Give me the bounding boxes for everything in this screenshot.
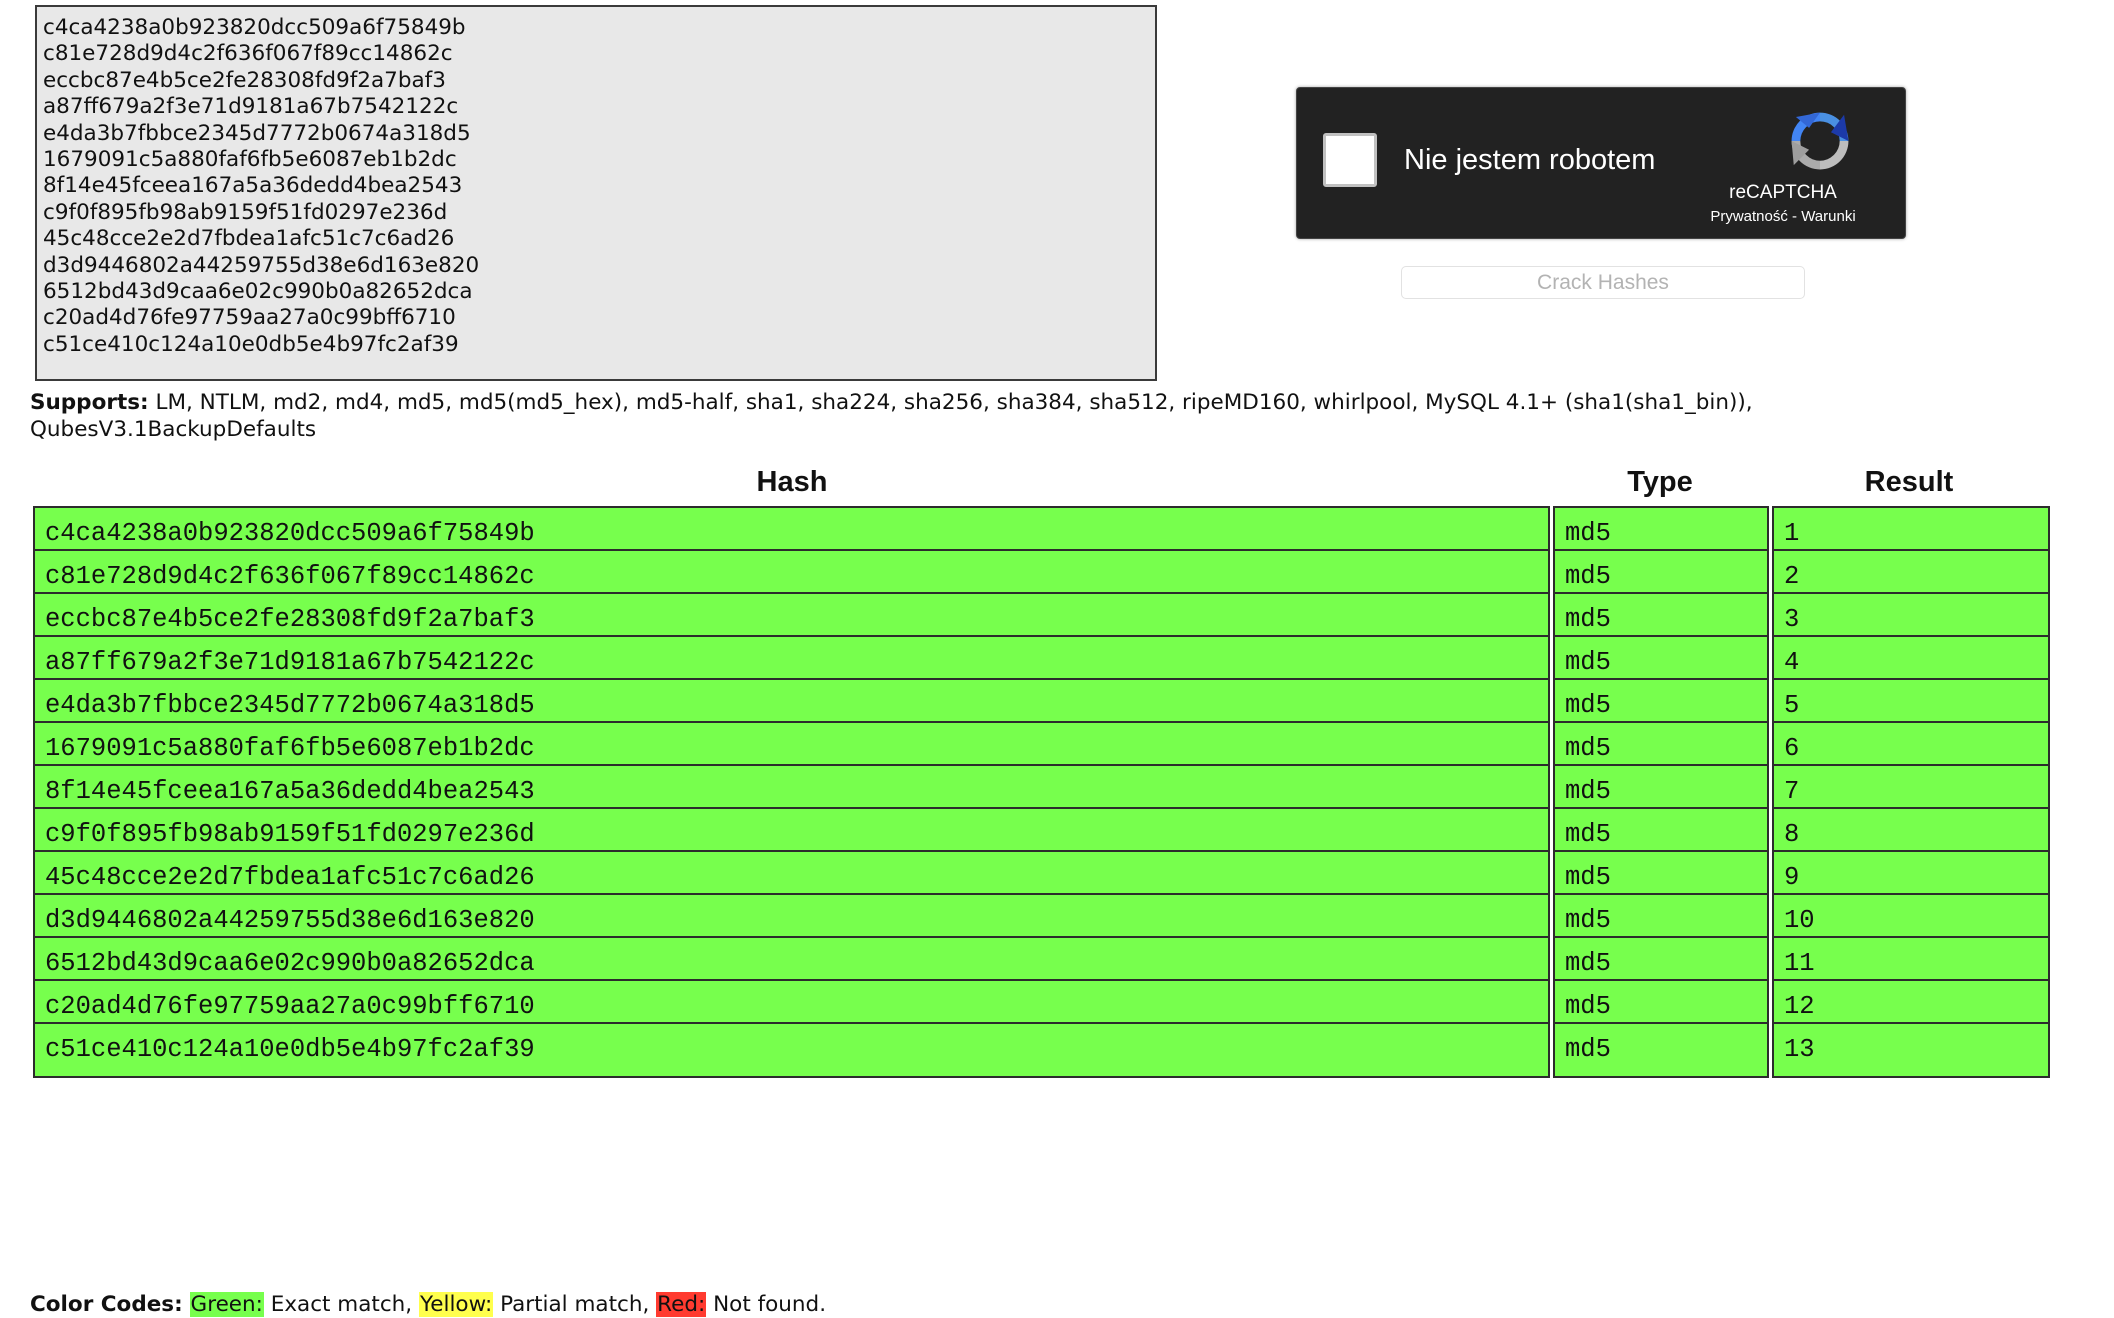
hash-input-textarea[interactable]: c4ca4238a0b923820dcc509a6f75849b c81e728d… — [35, 5, 1157, 381]
hash-input-line: e4da3b7fbbce2345d7772b0674a318d5 — [43, 120, 471, 146]
supports-list: LM, NTLM, md2, md4, md5, md5(md5_hex), m… — [30, 390, 1753, 442]
hash-input-line: eccbc87e4b5ce2fe28308fd9f2a7baf3 — [43, 67, 446, 93]
hash-input-line: c20ad4d76fe97759aa27a0c99bff6710 — [43, 305, 456, 331]
green-swatch: Green: — [189, 1292, 264, 1317]
green-description: Exact match, — [263, 1292, 419, 1317]
red-swatch: Red: — [656, 1292, 707, 1317]
supports-text: Supports: LM, NTLM, md2, md4, md5, md5(m… — [30, 390, 1860, 443]
hash-input-line: c51ce410c124a10e0db5e4b97fc2af39 — [43, 331, 459, 357]
color-codes-legend: Color Codes: Green: Exact match, Yellow:… — [30, 1292, 826, 1318]
red-description: Not found. — [706, 1292, 827, 1317]
hash-input-line: d3d9446802a44259755d38e6d163e820 — [43, 252, 480, 278]
yellow-swatch: Yellow: — [418, 1292, 494, 1317]
recaptcha-widget: Nie jestem robotem reCAPTCHA Prywatność … — [1296, 87, 1906, 239]
hash-cell: c51ce410c124a10e0db5e4b97fc2af39 — [33, 1022, 1550, 1078]
hash-input-line: 1679091c5a880faf6fb5e6087eb1b2dc — [43, 147, 457, 173]
yellow-description: Partial match, — [493, 1292, 657, 1317]
column-header-type: Type — [1627, 466, 1693, 498]
color-codes-heading: Color Codes: — [30, 1292, 183, 1317]
recaptcha-label: Nie jestem robotem — [1404, 144, 1656, 176]
supports-heading: Supports: — [30, 390, 149, 415]
hash-input-line: c4ca4238a0b923820dcc509a6f75849b — [43, 15, 466, 40]
recaptcha-logo-icon — [1785, 106, 1855, 176]
hash-input-line: c9f0f895fb98ab9159f51fd0297e236d — [43, 199, 448, 225]
type-cell: md5 — [1553, 1022, 1769, 1078]
table-row: c51ce410c124a10e0db5e4b97fc2af39 md5 13 — [0, 1022, 2114, 1078]
hash-input-line: a87ff679a2f3e71d9181a67b7542122c — [43, 94, 459, 120]
result-cell: 13 — [1772, 1022, 2050, 1078]
column-header-result: Result — [1864, 466, 1954, 498]
recaptcha-checkbox[interactable] — [1323, 133, 1377, 187]
column-header-hash: Hash — [756, 466, 828, 498]
crack-hashes-button[interactable]: Crack Hashes — [1401, 266, 1805, 299]
recaptcha-brand: reCAPTCHA — [1729, 182, 1837, 203]
hash-input-line: 8f14e45fceea167a5a36dedd4bea2543 — [43, 173, 463, 199]
hash-input-line: 45c48cce2e2d7fbdea1afc51c7c6ad26 — [43, 226, 455, 252]
recaptcha-terms-link[interactable]: Prywatność - Warunki — [1683, 208, 1883, 225]
hash-input-line: 6512bd43d9caa6e02c990b0a82652dca — [43, 279, 473, 305]
hash-input-line: c81e728d9d4c2f636f067f89cc14862c — [43, 41, 453, 67]
